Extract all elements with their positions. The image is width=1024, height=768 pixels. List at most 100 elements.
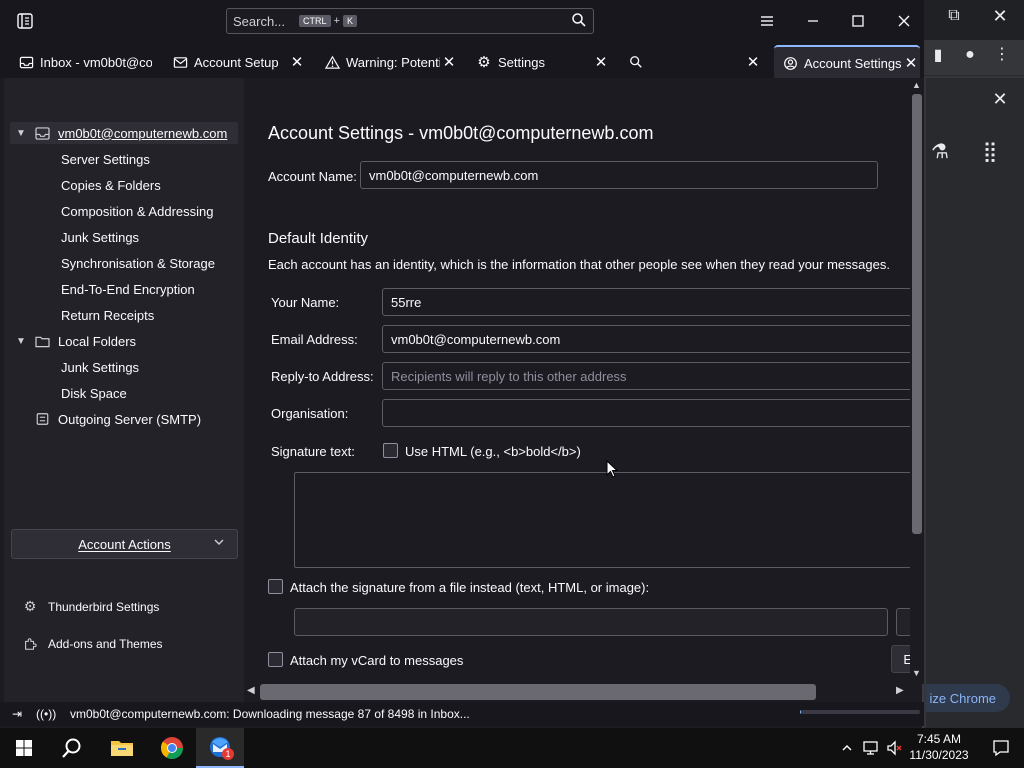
chrome-panel-close-icon[interactable]: ✕ — [990, 89, 1010, 109]
page-title: Account Settings - vm0b0t@computernewb.c… — [268, 123, 654, 143]
windows-start-icon[interactable] — [0, 728, 48, 768]
chrome-restore-icon[interactable]: ⧉ — [944, 6, 964, 26]
vertical-scrollbar-thumb[interactable] — [912, 94, 922, 534]
status-text: vm0b0t@computernewb.com: Downloading mes… — [70, 707, 470, 721]
chrome-sidepanel-icon[interactable]: ▮ — [928, 46, 948, 66]
nav-server-settings[interactable]: Server Settings — [61, 148, 150, 170]
nav-junk-settings[interactable]: Junk Settings — [61, 226, 139, 248]
thunderbird-taskbar-icon[interactable]: 1 — [196, 728, 244, 768]
mouse-cursor — [606, 459, 619, 483]
gear-icon: ⚙ — [23, 598, 37, 614]
search-kbd-k: K — [342, 15, 357, 27]
tab-settings-close-icon[interactable]: ✕ — [592, 53, 610, 71]
envelope-icon — [172, 54, 188, 70]
nav-e2e-encryption[interactable]: End-To-End Encryption — [61, 278, 195, 300]
global-search-input[interactable]: Search... CTRL + K — [226, 8, 594, 34]
maximize-icon[interactable] — [849, 12, 867, 30]
nav-receipts-label: Return Receipts — [61, 307, 155, 323]
tab-settings[interactable]: ⚙ Settings ✕ — [470, 45, 610, 79]
file-explorer-icon[interactable] — [98, 728, 146, 768]
download-progress-bar — [800, 710, 920, 714]
scroll-left-arrow-icon[interactable]: ◀ — [247, 685, 255, 696]
nav-local-junk-label: Junk Settings — [61, 359, 140, 375]
status-bar: ⇥ ((•)) vm0b0t@computernewb.com: Downloa… — [0, 702, 924, 726]
network-icon[interactable] — [860, 728, 882, 768]
chrome-customize-label: ize Chrome — [929, 690, 996, 706]
tray-chevron-up-icon[interactable] — [838, 728, 856, 768]
nav-local-folders[interactable]: ▼ Local Folders — [14, 330, 136, 352]
edit-card-button[interactable]: E — [891, 645, 910, 673]
close-window-icon[interactable] — [895, 12, 913, 30]
tab-account-setup-close-icon[interactable]: ✕ — [288, 53, 306, 71]
organisation-label: Organisation: — [271, 406, 349, 421]
signature-file-input[interactable] — [294, 608, 888, 636]
scroll-right-arrow-icon[interactable]: ▶ — [896, 685, 904, 696]
chrome-customize-button[interactable]: ize Chrome — [926, 684, 1010, 712]
chrome-apps-grid-icon[interactable]: ⣿ — [980, 142, 1000, 162]
notification-center-icon[interactable] — [978, 728, 1024, 768]
tab-security-warning-label: Warning: Potential Security Risk Ahead — [346, 54, 440, 70]
nav-composition-addressing[interactable]: Composition & Addressing — [61, 200, 213, 222]
email-address-input[interactable]: vm0b0t@computernewb.com — [382, 325, 910, 353]
horizontal-scrollbar-thumb[interactable] — [260, 684, 816, 700]
nav-copies-folders[interactable]: Copies & Folders — [61, 174, 161, 196]
taskbar-time: 7:45 AM — [916, 732, 962, 746]
thunderbird-settings-link[interactable]: ⚙ Thunderbird Settings — [22, 598, 160, 615]
account-name-input[interactable]: vm0b0t@computernewb.com — [360, 161, 878, 189]
chrome-menu-icon[interactable]: ⋮ — [992, 45, 1012, 65]
tab-account-settings-close-icon[interactable]: ✕ — [902, 54, 920, 72]
chrome-profile-icon[interactable]: ● — [960, 45, 980, 65]
organisation-input[interactable] — [382, 399, 910, 427]
online-status-icon[interactable]: ((•)) — [36, 707, 56, 721]
nav-account-label: vm0b0t@computernewb.com — [58, 125, 228, 141]
nav-disk-space-label: Disk Space — [61, 385, 127, 401]
attach-vcard-label: Attach my vCard to messages — [290, 653, 464, 668]
tab-security-warning[interactable]: Warning: Potential Security Risk Ahead ✕ — [318, 45, 458, 79]
choose-file-button[interactable] — [896, 608, 910, 636]
titlebar: Search... CTRL + K — [0, 0, 924, 42]
nav-server-settings-label: Server Settings — [61, 151, 150, 167]
tab-search-close-icon[interactable]: ✕ — [744, 53, 762, 71]
tab-security-warning-close-icon[interactable]: ✕ — [440, 53, 458, 71]
chevron-down-icon[interactable]: ▼ — [14, 336, 28, 347]
scroll-down-arrow-icon[interactable]: ▼ — [912, 668, 921, 678]
taskbar-search-icon[interactable] — [48, 728, 96, 768]
tab-inbox[interactable]: Inbox - vm0b0t@computernewb.com — [12, 45, 152, 79]
search-icon[interactable] — [571, 12, 587, 31]
taskbar-clock[interactable]: 7:45 AM 11/30/2023 — [906, 731, 972, 763]
chrome-taskbar-icon[interactable] — [148, 728, 196, 768]
vertical-scrollbar[interactable]: ▲ ▼ — [910, 78, 924, 684]
app-menu-icon[interactable] — [758, 12, 776, 30]
chrome-side-panel — [926, 78, 1024, 728]
gear-icon: ⚙ — [477, 54, 491, 71]
signature-textarea[interactable] — [294, 472, 910, 568]
nav-sync-storage[interactable]: Synchronisation & Storage — [61, 252, 215, 274]
chrome-labs-icon[interactable]: ⚗ — [930, 142, 950, 162]
nav-return-receipts[interactable]: Return Receipts — [61, 304, 154, 326]
tab-search[interactable]: ✕ — [622, 45, 762, 79]
account-actions-button[interactable]: Account Actions — [11, 529, 238, 559]
nav-disk-space[interactable]: Disk Space — [61, 382, 127, 404]
nav-local-junk-settings[interactable]: Junk Settings — [61, 356, 139, 378]
scroll-up-arrow-icon[interactable]: ▲ — [912, 80, 921, 90]
nav-outgoing-server[interactable]: Outgoing Server (SMTP) — [34, 408, 201, 430]
nav-account[interactable]: ▼ vm0b0t@computernewb.com — [14, 122, 227, 144]
volume-muted-icon[interactable] — [884, 728, 906, 768]
signature-text-label: Signature text: — [271, 444, 355, 459]
chevron-down-icon[interactable]: ▼ — [14, 128, 28, 139]
toggle-panes-icon[interactable]: ⇥ — [12, 707, 28, 721]
attach-vcard-checkbox[interactable] — [268, 652, 283, 667]
tab-account-setup[interactable]: Account Setup ✕ — [166, 45, 306, 79]
attach-signature-checkbox[interactable] — [268, 579, 283, 594]
tab-account-settings[interactable]: Account Settings ✕ — [774, 45, 920, 79]
your-name-input[interactable]: 55rre — [382, 288, 910, 316]
minimize-icon[interactable] — [804, 12, 822, 30]
reply-to-input[interactable]: Recipients will reply to this other addr… — [382, 362, 910, 390]
reply-to-label: Reply-to Address: — [271, 369, 374, 384]
tab-inbox-label: Inbox - vm0b0t@computernewb.com — [40, 54, 152, 70]
use-html-checkbox[interactable] — [383, 443, 398, 458]
chrome-close-icon[interactable]: ✕ — [990, 6, 1010, 26]
horizontal-scrollbar[interactable]: ◀ ▶ — [244, 684, 910, 700]
spaces-toolbar-icon[interactable] — [16, 12, 34, 30]
addons-themes-link[interactable]: Add-ons and Themes — [22, 637, 163, 651]
